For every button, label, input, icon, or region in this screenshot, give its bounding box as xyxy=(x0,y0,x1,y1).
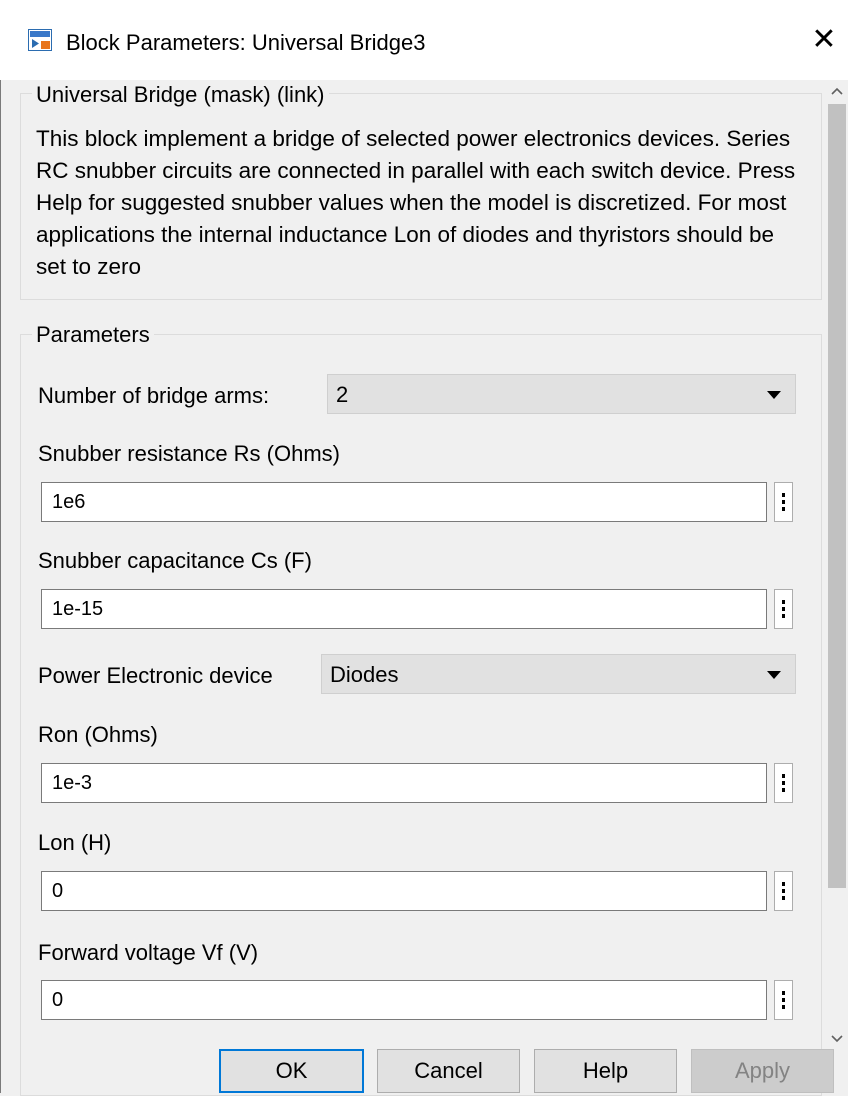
apply-button[interactable]: Apply xyxy=(691,1049,834,1093)
ron-field[interactable]: 1e-3 xyxy=(41,763,767,803)
scroll-up-icon[interactable] xyxy=(826,80,848,102)
simulink-block-icon xyxy=(28,29,52,51)
device-dropdown[interactable]: Diodes xyxy=(321,654,796,694)
snubber-capacitance-field[interactable]: 1e-15 xyxy=(41,589,767,629)
lon-label: Lon (H) xyxy=(38,830,112,855)
device-label: Power Electronic device xyxy=(38,663,273,688)
scroll-down-icon[interactable] xyxy=(826,1028,848,1050)
more-options-icon xyxy=(782,991,785,1012)
vf-field[interactable]: 0 xyxy=(41,980,767,1020)
scrollbar-thumb[interactable] xyxy=(828,104,846,888)
more-options-icon xyxy=(782,882,785,903)
bridge-arms-value: 2 xyxy=(336,382,349,407)
vf-value: 0 xyxy=(52,989,64,1011)
bridge-arms-dropdown[interactable]: 2 xyxy=(327,374,796,414)
snubber-capacitance-value: 1e-15 xyxy=(52,598,104,620)
mask-group-legend: Universal Bridge (mask) (link) xyxy=(32,82,329,108)
ron-more-button[interactable] xyxy=(774,763,793,803)
more-options-icon xyxy=(782,774,785,795)
more-options-icon xyxy=(782,493,785,514)
window-left-edge xyxy=(0,0,1,1093)
more-options-icon xyxy=(782,600,785,621)
help-button[interactable]: Help xyxy=(534,1049,677,1093)
snubber-capacitance-label: Snubber capacitance Cs (F) xyxy=(38,548,312,573)
bridge-arms-label: Number of bridge arms: xyxy=(38,383,270,408)
snubber-resistance-field[interactable]: 1e6 xyxy=(41,482,767,522)
snubber-resistance-value: 1e6 xyxy=(52,491,86,513)
window-title: Block Parameters: Universal Bridge3 xyxy=(66,30,426,55)
lon-field[interactable]: 0 xyxy=(41,871,767,911)
title-bar[interactable]: Block Parameters: Universal Bridge3 ✕ xyxy=(0,0,848,80)
chevron-down-icon xyxy=(767,391,781,399)
snubber-resistance-more-button[interactable] xyxy=(774,482,793,522)
lon-more-button[interactable] xyxy=(774,871,793,911)
ron-value: 1e-3 xyxy=(52,772,93,794)
vf-more-button[interactable] xyxy=(774,980,793,1020)
chevron-down-icon xyxy=(767,671,781,679)
ok-button[interactable]: OK xyxy=(219,1049,364,1093)
ron-label: Ron (Ohms) xyxy=(38,722,158,747)
vf-label: Forward voltage Vf (V) xyxy=(38,940,259,965)
snubber-capacitance-more-button[interactable] xyxy=(774,589,793,629)
block-description: This block implement a bridge of selecte… xyxy=(36,126,796,279)
close-icon[interactable]: ✕ xyxy=(806,22,842,58)
lon-value: 0 xyxy=(52,880,64,902)
device-value: Diodes xyxy=(330,662,399,687)
parameters-group-legend: Parameters xyxy=(32,322,154,348)
snubber-resistance-label: Snubber resistance Rs (Ohms) xyxy=(38,441,340,466)
cancel-button[interactable]: Cancel xyxy=(377,1049,520,1093)
